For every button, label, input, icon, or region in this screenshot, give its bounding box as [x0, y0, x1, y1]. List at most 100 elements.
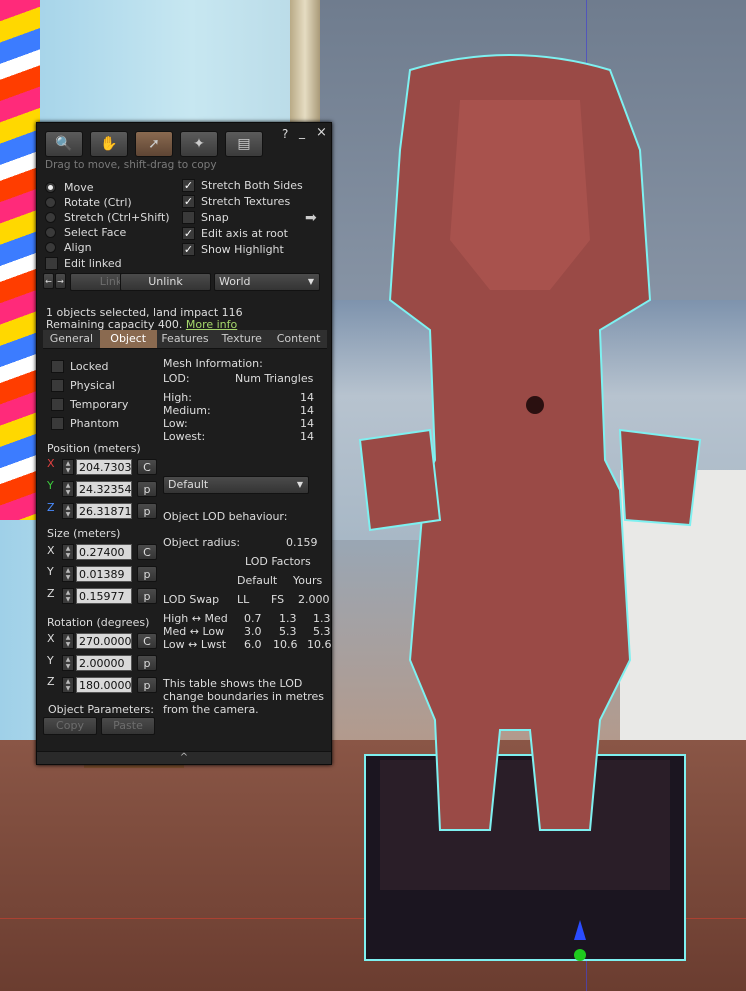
size-z-field[interactable]: 0.15977	[76, 588, 132, 604]
copy-position-button[interactable]: C	[137, 459, 157, 475]
yours-factor-value: 2.000	[298, 593, 330, 606]
position-z-field[interactable]: 26.31871	[76, 503, 132, 519]
paste-position-button[interactable]: p	[137, 481, 157, 497]
position-x-label: X	[47, 457, 55, 470]
temporary-checkbox[interactable]: Temporary	[51, 395, 128, 414]
lod-note-line: This table shows the LOD	[163, 677, 303, 690]
help-icon[interactable]: ?	[282, 127, 288, 141]
position-y-spinner[interactable]: ▲ ▼	[62, 481, 74, 497]
checkbox-icon	[51, 360, 64, 373]
show-highlight-checkbox[interactable]: ✓ Show Highlight	[182, 241, 303, 257]
locked-checkbox[interactable]: Locked	[51, 357, 128, 376]
unlink-button[interactable]: Unlink	[120, 273, 211, 291]
paste-size-button[interactable]: p	[137, 566, 157, 582]
rotation-y-field[interactable]: 2.00000	[76, 655, 132, 671]
object-flags: Locked Physical Temporary Phantom	[51, 357, 128, 433]
size-y-field[interactable]: 0.01389	[76, 566, 132, 582]
size-y-label: Y	[47, 565, 54, 578]
edit-linked-checkbox[interactable]: Edit linked	[45, 255, 170, 271]
chevron-up-icon[interactable]: ^	[180, 752, 188, 763]
phantom-checkbox[interactable]: Phantom	[51, 414, 128, 433]
stretch-both-label: Stretch Both Sides	[201, 178, 303, 192]
chevron-down-icon: ▼	[296, 480, 303, 489]
paste-rotation-z-button[interactable]: p	[137, 677, 157, 693]
size-x-spinner[interactable]: ▲ ▼	[62, 544, 74, 560]
focus-tool-icon[interactable]: 🔍	[45, 131, 83, 157]
position-z-spinner[interactable]: ▲ ▼	[62, 503, 74, 519]
rotation-x-label: X	[47, 632, 55, 645]
position-x-field[interactable]: 204.73033	[76, 459, 132, 475]
tab-content[interactable]: Content	[270, 330, 327, 348]
radio-icon	[45, 197, 56, 208]
lod-label: LOD:	[163, 372, 190, 385]
expand-bar[interactable]: ^	[37, 751, 331, 764]
edit-axis-label: Edit axis at root	[201, 226, 288, 240]
lod-behaviour-dropdown[interactable]: Default ▼	[163, 476, 309, 494]
lod-note-line: change boundaries in metres	[163, 690, 325, 703]
lod-low-value: 14	[300, 417, 314, 430]
mode-stretch[interactable]: Stretch (Ctrl+Shift)	[45, 210, 170, 225]
mesh-info-heading: Mesh Information:	[163, 357, 263, 370]
lod-lowest-label: Lowest:	[163, 430, 206, 443]
swap-row-yours: 1.3	[313, 612, 331, 625]
ruler-mode-dropdown[interactable]: World ▼	[214, 273, 320, 291]
rotation-z-spinner[interactable]: ▲ ▼	[62, 677, 74, 693]
swap-row-label: Low ↔ Lwst	[163, 638, 227, 651]
statue-object[interactable]	[350, 40, 710, 970]
rotation-label: Rotation (degrees)	[47, 616, 150, 629]
land-tool-icon[interactable]: ▤	[225, 131, 263, 157]
swap-row-fs: 1.3	[279, 612, 297, 625]
prev-link-icon[interactable]: ←	[43, 273, 54, 289]
chevron-down-icon: ▼	[307, 277, 314, 286]
copy-rotation-button[interactable]: C	[137, 633, 157, 649]
tab-general[interactable]: General	[43, 330, 100, 348]
tab-texture[interactable]: Texture	[213, 330, 270, 348]
ruler-mode-value: World	[219, 275, 251, 288]
checkbox-icon	[45, 256, 58, 270]
next-link-icon[interactable]: →	[55, 273, 66, 289]
edit-tool-icon[interactable]: ➚	[135, 131, 173, 157]
paste-params-button[interactable]: Paste	[101, 717, 155, 735]
locked-label: Locked	[70, 360, 109, 373]
mode-move[interactable]: Move	[45, 180, 170, 195]
rotation-z-field[interactable]: 180.00000	[76, 677, 132, 693]
copy-size-button[interactable]: C	[137, 544, 157, 560]
mode-align[interactable]: Align	[45, 240, 170, 255]
stretch-textures-checkbox[interactable]: ✓ Stretch Textures	[182, 193, 303, 209]
tab-features[interactable]: Features	[157, 330, 214, 348]
rotation-y-spinner[interactable]: ▲ ▼	[62, 655, 74, 671]
arrow-right-icon[interactable]: ➡	[305, 210, 317, 226]
mode-select-face-label: Select Face	[64, 226, 127, 239]
physical-checkbox[interactable]: Physical	[51, 376, 128, 395]
paste-position-z-button[interactable]: p	[137, 503, 157, 519]
rotation-x-spinner[interactable]: ▲ ▼	[62, 633, 74, 649]
rotation-x-field[interactable]: 270.00000	[76, 633, 132, 649]
build-tools-floater[interactable]: 🔍 ✋ ➚ ✦ ▤ ? _ × Drag to move, shift-drag…	[36, 122, 332, 765]
lod-swap-label: LOD Swap	[163, 593, 220, 606]
rotation-z-label: Z	[47, 675, 55, 688]
size-x-field[interactable]: 0.27400	[76, 544, 132, 560]
stretch-both-checkbox[interactable]: ✓ Stretch Both Sides	[182, 177, 303, 193]
copy-params-button[interactable]: Copy	[43, 717, 97, 735]
tab-object[interactable]: Object	[99, 330, 157, 348]
rotation-y-label: Y	[47, 654, 54, 667]
edit-axis-checkbox[interactable]: ✓ Edit axis at root	[182, 225, 303, 241]
lod-low-label: Low:	[163, 417, 188, 430]
minimize-icon[interactable]: _	[299, 125, 305, 139]
snap-checkbox[interactable]: Snap	[182, 209, 303, 225]
create-tool-icon[interactable]: ✦	[180, 131, 218, 157]
mode-rotate[interactable]: Rotate (Ctrl)	[45, 195, 170, 210]
size-y-spinner[interactable]: ▲ ▼	[62, 566, 74, 582]
edit-mode-group: Move Rotate (Ctrl) Stretch (Ctrl+Shift) …	[45, 180, 170, 271]
mode-select-face[interactable]: Select Face	[45, 225, 170, 240]
paste-rotation-button[interactable]: p	[137, 655, 157, 671]
move-tool-icon[interactable]: ✋	[90, 131, 128, 157]
radio-icon	[45, 212, 56, 223]
lod-high-value: 14	[300, 391, 314, 404]
paste-size-z-button[interactable]: p	[137, 588, 157, 604]
default-column: Default	[237, 574, 278, 587]
close-icon[interactable]: ×	[316, 125, 327, 140]
position-x-spinner[interactable]: ▲ ▼	[62, 459, 74, 475]
size-z-spinner[interactable]: ▲ ▼	[62, 588, 74, 604]
position-y-field[interactable]: 24.32354	[76, 481, 132, 497]
